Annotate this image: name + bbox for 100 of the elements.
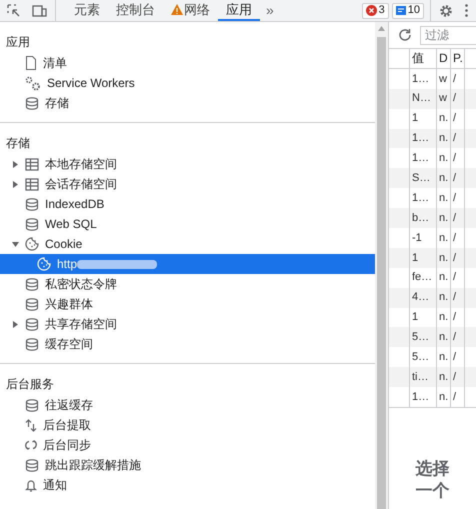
tree-item[interactable]: Web SQL	[0, 214, 375, 234]
up-down-arrows-icon	[25, 418, 37, 432]
item-label: Cookie	[45, 236, 82, 253]
expand-triangle-icon[interactable]	[13, 180, 18, 188]
table-cell-text: n.	[439, 151, 448, 166]
tree-item[interactable]: 本地存储空间	[0, 154, 375, 174]
more-menu-icon[interactable]	[465, 4, 468, 17]
table-cell-text: -1	[412, 230, 422, 246]
message-count-button[interactable]: 10	[392, 2, 424, 18]
item-label: 往返缓存	[45, 397, 93, 414]
table-cell-text: n.	[439, 370, 448, 385]
table-cell-text: /	[453, 370, 456, 385]
sync-icon	[25, 439, 37, 451]
tree-item[interactable]: 共享存储空间	[0, 314, 375, 334]
empty-message: 一个	[416, 480, 450, 502]
database-icon	[25, 318, 39, 330]
scrollbar[interactable]	[375, 22, 388, 509]
expand-triangle-icon[interactable]	[13, 160, 18, 168]
cookie-icon	[37, 257, 51, 271]
tab[interactable]: 网络	[163, 0, 218, 21]
item-label: 跳出跟踪缓解措施	[45, 457, 141, 474]
tab[interactable]: 控制台	[108, 0, 163, 21]
item-label: 存储	[45, 95, 69, 112]
tree-item[interactable]: 后台提取	[0, 415, 375, 435]
device-icon[interactable]	[32, 4, 47, 16]
more-tabs-button[interactable]: »	[260, 0, 280, 21]
item-label: 私密状态令牌	[45, 276, 117, 293]
column-header[interactable]: 值	[412, 49, 424, 68]
tree-item[interactable]: 通知	[0, 475, 375, 495]
item-label: 后台提取	[43, 417, 91, 434]
table-cell-text: n.	[439, 131, 448, 146]
table-cell-text: n.	[439, 390, 448, 405]
expand-triangle-icon[interactable]	[13, 320, 18, 328]
table-cell-text: n.	[439, 250, 448, 266]
table-cell-text: 1…	[412, 72, 430, 87]
warning-icon	[171, 4, 183, 15]
table-cell-text: /	[453, 190, 456, 206]
table-cell-text: 4…	[412, 290, 430, 306]
table-cell-text: n.	[439, 330, 448, 346]
column-header[interactable]: P.	[453, 49, 463, 68]
item-label: 本地存储空间	[45, 156, 117, 173]
item-label: 会话存储空间	[45, 176, 117, 193]
table-cell-text: /	[453, 91, 456, 106]
tree-item[interactable]: 会话存储空间	[0, 174, 375, 194]
table-cell-text: 1	[412, 111, 418, 126]
cookie-icon	[25, 237, 39, 251]
table-cell-text: /	[453, 290, 456, 306]
table-cell-text: /	[453, 210, 456, 226]
table-cell-text: n.	[439, 171, 448, 186]
table-cell-text: w	[439, 72, 447, 87]
table-cell-text: /	[453, 111, 456, 126]
database-icon	[25, 96, 39, 110]
filter-field[interactable]: 过滤	[420, 26, 476, 44]
table-cell-text: 1…	[412, 151, 430, 166]
table-cell-text: n.	[439, 230, 448, 246]
column-header[interactable]: D	[439, 49, 448, 68]
item-label: 后台同步	[43, 437, 91, 454]
tab[interactable]: 元素	[66, 0, 108, 21]
inspect-icon[interactable]	[7, 4, 20, 17]
table-icon	[25, 178, 39, 190]
table-cell-text: N…	[412, 91, 431, 106]
empty-message: 选择	[416, 458, 450, 480]
tree-item[interactable]: 清单	[0, 53, 375, 73]
item-label: http	[57, 256, 78, 273]
tree-item[interactable]: 私密状态令牌	[0, 274, 375, 294]
table-cell-text: w	[439, 91, 447, 106]
item-label: 缓存空间	[45, 336, 93, 353]
tree-item[interactable]: 存储	[0, 93, 375, 113]
item-label: 清单	[43, 55, 67, 72]
tree-item[interactable]: 缓存空间	[0, 334, 375, 354]
tree-item[interactable]: 兴趣群体	[0, 294, 375, 314]
table-cell-text: n.	[439, 210, 448, 226]
tree-item[interactable]: Cookie	[0, 234, 375, 254]
database-icon	[25, 198, 39, 210]
table-cell-text: 1	[412, 250, 418, 266]
collapse-triangle-icon[interactable]	[12, 242, 19, 246]
tree-item[interactable]: http	[0, 254, 375, 274]
tree-item[interactable]: Service Workers	[0, 73, 375, 93]
table-cell-text: fe…	[412, 270, 432, 286]
database-icon	[25, 398, 39, 412]
tree-item[interactable]: 往返缓存	[0, 395, 375, 415]
settings-icon[interactable]	[439, 4, 453, 18]
table-cell-text: n.	[439, 270, 448, 286]
tab[interactable]: 应用	[218, 0, 260, 21]
message-icon	[396, 6, 406, 16]
database-icon	[25, 458, 39, 472]
section-heading: 应用	[6, 34, 30, 51]
item-label: 通知	[43, 477, 67, 494]
table-cell-text: n.	[439, 111, 448, 126]
tree-item[interactable]: IndexedDB	[0, 194, 375, 214]
table-cell-text: /	[453, 131, 456, 146]
tree-item[interactable]: 跳出跟踪缓解措施	[0, 455, 375, 475]
table-cell-text: /	[453, 270, 456, 286]
error-icon	[366, 5, 377, 16]
tree-item[interactable]: 后台同步	[0, 435, 375, 455]
section-heading: 后台服务	[6, 376, 54, 393]
refresh-icon[interactable]	[398, 28, 412, 42]
table-cell-text: /	[453, 250, 456, 266]
table-cell-text: 1…	[412, 390, 430, 405]
error-count-button[interactable]: 3	[362, 2, 389, 18]
